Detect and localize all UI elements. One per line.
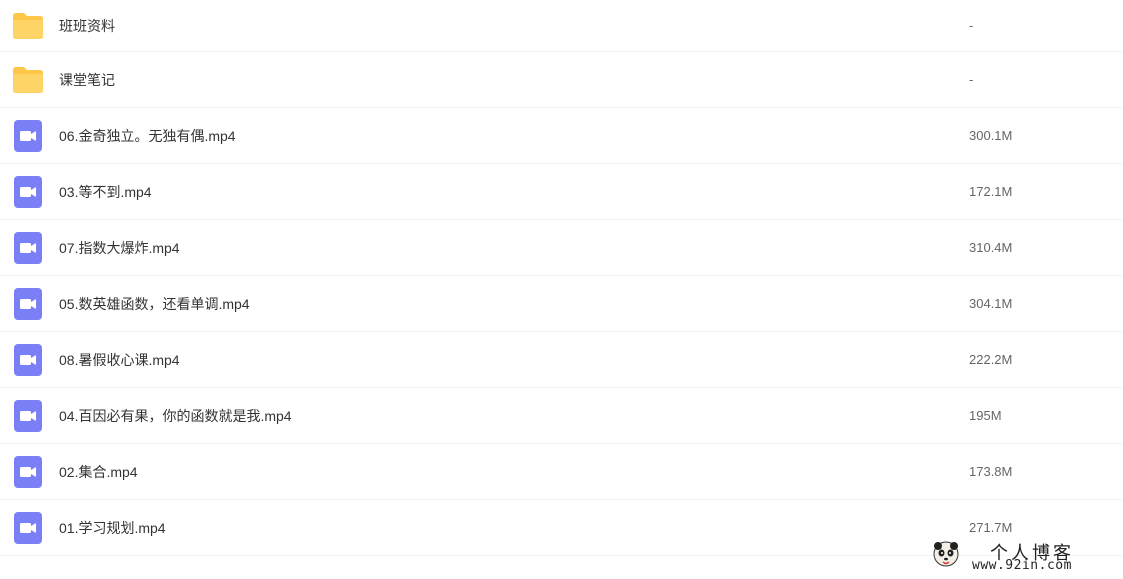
video-file-icon [12,119,44,152]
file-size: 172.1M [969,184,1013,199]
file-size: - [969,72,974,87]
file-row-video[interactable]: 07.指数大爆炸.mp4 310.4M [0,220,1123,276]
file-size: 310.4M [969,240,1013,255]
file-row-video[interactable]: 08.暑假收心课.mp4 222.2M [0,332,1123,388]
file-name: 03.等不到.mp4 [59,183,152,200]
file-name: 08.暑假收心课.mp4 [59,351,180,368]
folder-icon [12,64,44,96]
file-row-video[interactable]: 02.集合.mp4 173.8M [0,444,1123,500]
video-file-icon [12,399,44,432]
file-row-video[interactable]: 05.数英雄函数，还看单调.mp4 304.1M [0,276,1123,332]
file-row-video[interactable]: 04.百因必有果，你的函数就是我.mp4 195M [0,388,1123,444]
video-file-icon [12,343,44,376]
file-name: 06.金奇独立。无独有偶.mp4 [59,127,236,144]
video-file-icon [12,175,44,208]
video-file-icon [12,287,44,320]
file-name: 01.学习规划.mp4 [59,519,166,536]
file-list: 班班资料 - 课堂笔记 - 06.金奇独立。无独有偶.mp4 300.1M 03… [0,0,1123,556]
file-name: 课堂笔记 [59,71,115,88]
video-file-icon [12,455,44,488]
file-size: 195M [969,408,1002,423]
file-name: 04.百因必有果，你的函数就是我.mp4 [59,407,292,424]
file-size: - [969,18,974,33]
file-row-folder[interactable]: 课堂笔记 - [0,52,1123,108]
video-file-icon [12,511,44,544]
blog-watermark: 个人博客 www.92in.com [928,538,1118,576]
file-name: 班班资料 [59,17,115,34]
file-size: 173.8M [969,464,1013,479]
file-size: 222.2M [969,352,1013,367]
file-size: 300.1M [969,128,1013,143]
file-name: 07.指数大爆炸.mp4 [59,239,180,256]
panda-logo-icon [932,540,960,568]
file-size: 271.7M [969,520,1013,535]
watermark-url: www.92in.com [972,558,1072,573]
file-row-folder[interactable]: 班班资料 - [0,0,1123,52]
file-name: 02.集合.mp4 [59,463,138,480]
file-size: 304.1M [969,296,1013,311]
file-row-video[interactable]: 03.等不到.mp4 172.1M [0,164,1123,220]
file-row-video[interactable]: 06.金奇独立。无独有偶.mp4 300.1M [0,108,1123,164]
folder-icon [12,10,44,42]
video-file-icon [12,231,44,264]
file-name: 05.数英雄函数，还看单调.mp4 [59,295,250,312]
